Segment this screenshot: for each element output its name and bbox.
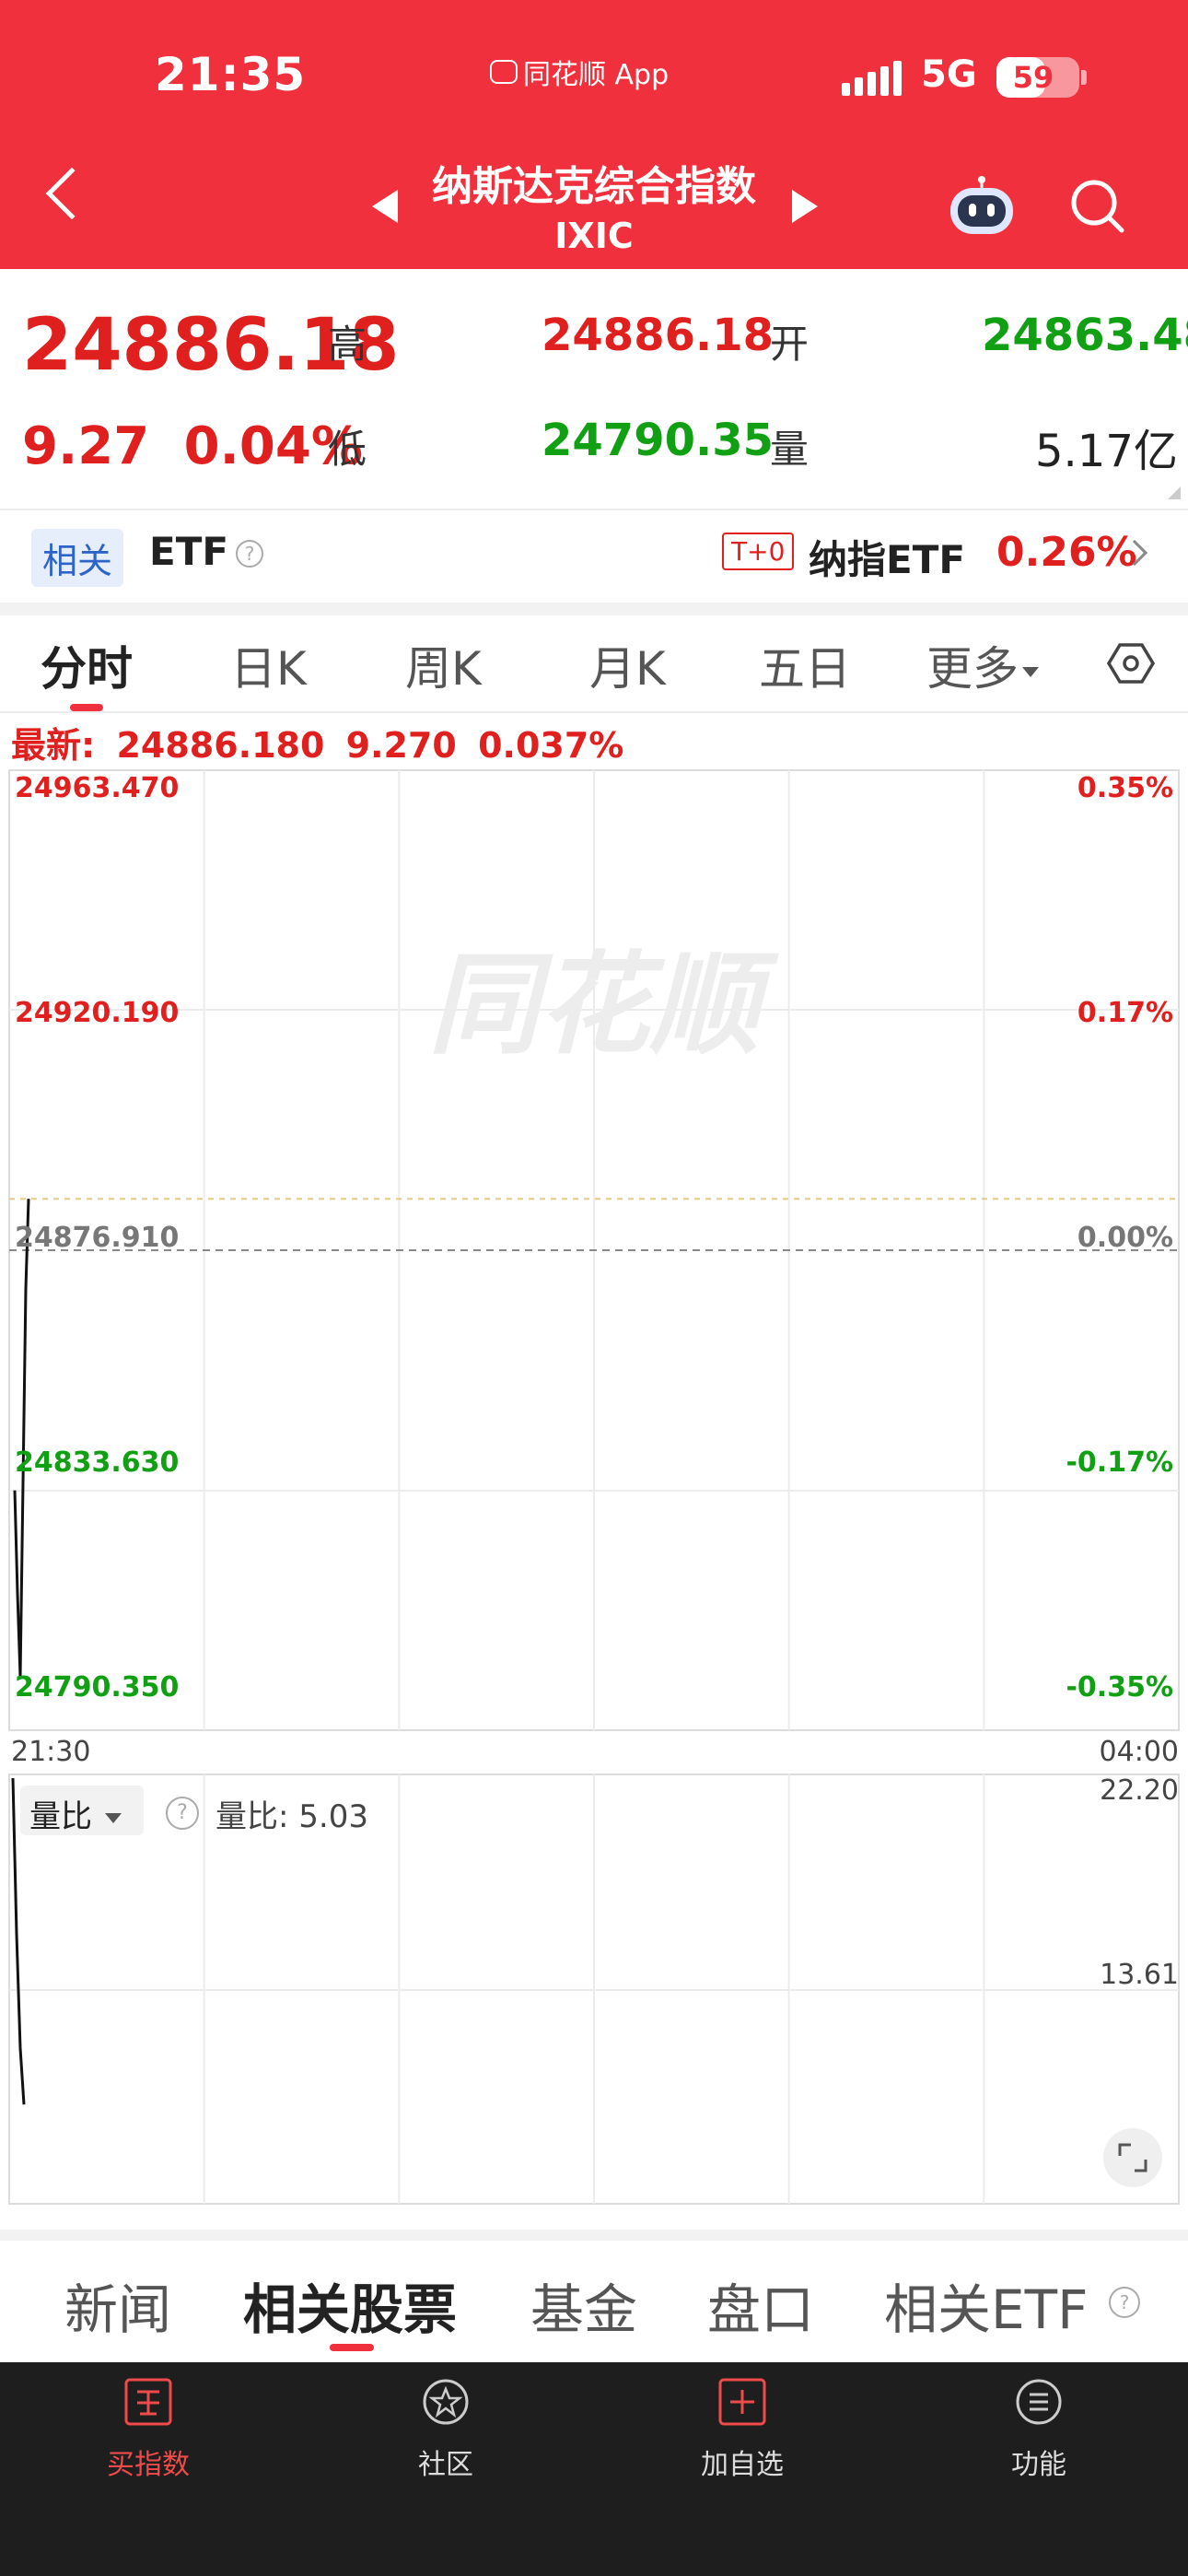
buy-index-button[interactable]: 买指数 [56, 2377, 240, 2482]
volume-ratio-value: 5.03 [298, 1798, 368, 1835]
y-left-4: 24833.630 [15, 1446, 180, 1479]
functions-label: 功能 [1011, 2449, 1066, 2481]
tab-related-etf[interactable]: 相关ETF [884, 2266, 1088, 2344]
community-label: 社区 [418, 2449, 473, 2481]
price-line-group [13, 1199, 30, 1677]
functions-button[interactable]: 功能 [947, 2377, 1131, 2482]
y-right-4: -0.17% [1066, 1446, 1173, 1479]
add-watchlist-label: 加自选 [701, 2449, 784, 2481]
buy-index-label: 买指数 [107, 2449, 190, 2481]
tab-funds[interactable]: 基金 [530, 2266, 637, 2344]
y-right-2: 0.17% [1077, 997, 1173, 1029]
stock-index-page: 21:35 同花顺 App 5G 59 纳斯达克综合指数 IXIC 24886.… [0, 0, 1188, 2576]
x-start-label: 21:30 [11, 1736, 91, 1768]
volume-indicator-select[interactable]: 量比 [20, 1786, 144, 1835]
intraday-chart[interactable]: 同花顺 [0, 0, 1188, 2576]
y-right-1: 0.35% [1077, 772, 1173, 804]
community-star-icon [423, 2379, 469, 2425]
bottom-tab-indicator [330, 2344, 374, 2351]
menu-icon [1016, 2379, 1062, 2425]
y-left-5: 24790.350 [15, 1671, 180, 1704]
fullscreen-icon[interactable] [1103, 2128, 1162, 2187]
community-button[interactable]: 社区 [354, 2377, 538, 2482]
y-left-1: 24963.470 [15, 772, 180, 804]
watermark: 同花顺 [428, 942, 779, 1070]
y-right-3: 0.00% [1077, 1222, 1173, 1254]
price-line [13, 1199, 30, 1677]
related-etf-help-icon[interactable]: ? [1109, 2287, 1140, 2318]
volume-ratio-label: 量比: [215, 1798, 289, 1835]
divider [0, 2230, 1188, 2241]
tab-related-stocks[interactable]: 相关股票 [243, 2266, 457, 2344]
x-end-label: 04:00 [1099, 1736, 1179, 1768]
volume-ratio-info: 量比: 5.03 [215, 1791, 368, 1836]
y-left-2: 24920.190 [15, 997, 180, 1029]
volume-select-label: 量比 [29, 1798, 92, 1835]
tab-order-book[interactable]: 盘口 [707, 2266, 814, 2344]
add-icon [718, 2378, 766, 2426]
tab-news[interactable]: 新闻 [64, 2266, 171, 2344]
volume-y-top: 22.20 [1100, 1774, 1179, 1807]
caret-down-icon [105, 1813, 122, 1823]
volume-y-mid: 13.61 [1100, 1959, 1179, 1991]
add-watchlist-button[interactable]: 加自选 [650, 2377, 834, 2482]
volume-help-icon[interactable]: ? [166, 1797, 199, 1830]
y-right-5: -0.35% [1066, 1671, 1173, 1704]
buy-icon [124, 2378, 172, 2426]
y-left-3: 24876.910 [15, 1222, 180, 1254]
